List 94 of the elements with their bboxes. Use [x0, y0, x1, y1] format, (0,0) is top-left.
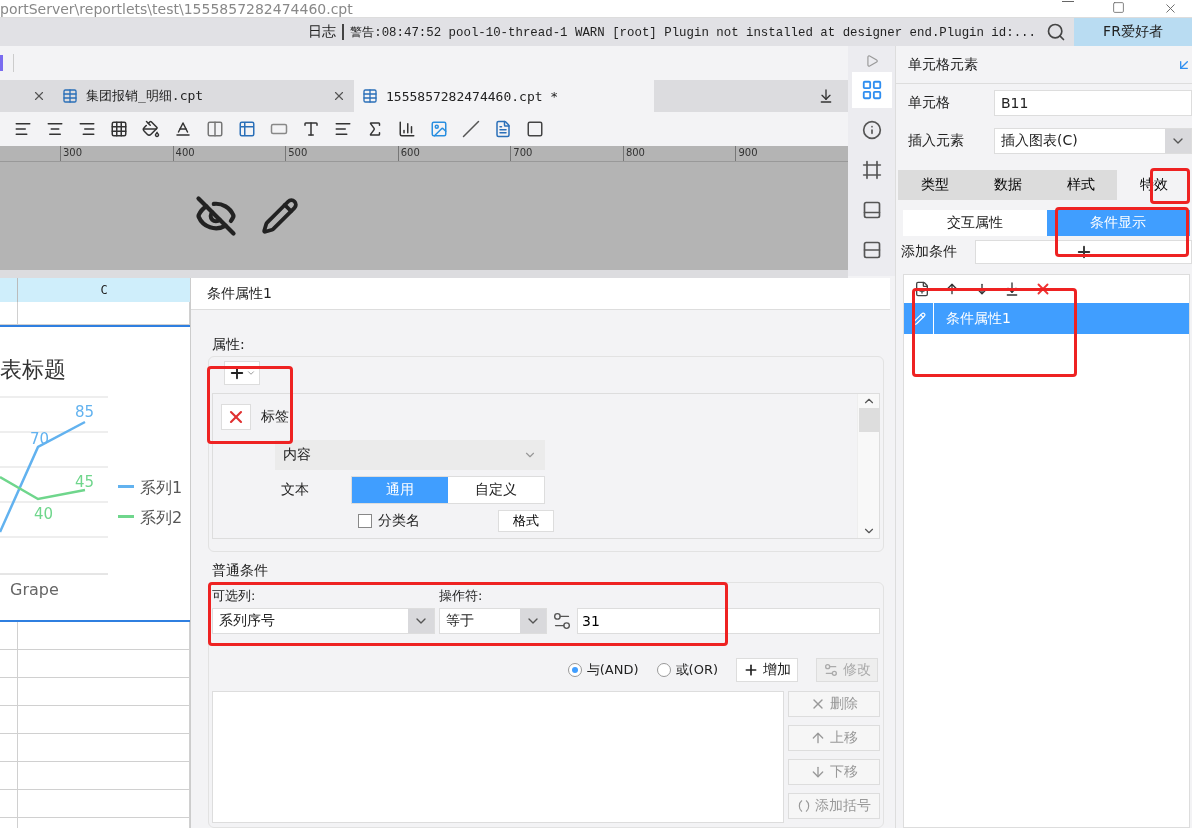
add-condition-label: 添加条件 [901, 243, 957, 261]
panel-tab[interactable]: 样式 [1044, 170, 1117, 200]
field-label: 操作符: [439, 587, 483, 605]
log-label[interactable]: 日志 [308, 23, 337, 41]
bar-chart-icon [398, 120, 416, 138]
table-info-icon [861, 120, 882, 140]
add-property-button[interactable] [224, 361, 260, 385]
action-button[interactable]: 增加 [736, 658, 798, 682]
operator-select[interactable]: 等于 [439, 608, 547, 634]
paragraph-icon [334, 120, 352, 138]
move-down-icon [1004, 281, 1020, 297]
text-label: 文本 [281, 481, 310, 499]
data-label: 40 [34, 505, 54, 523]
panel-tab[interactable]: 数据 [971, 170, 1044, 200]
file-tab[interactable]: 1555857282474460.cpt * [354, 80, 654, 112]
toolbar-mark [0, 55, 3, 71]
maximize-icon [1112, 1, 1125, 14]
cell-field[interactable]: B11 [994, 90, 1192, 116]
ruler-label: 400 [172, 146, 286, 161]
panel-toggle[interactable] [851, 72, 892, 108]
close-icon [332, 89, 346, 103]
table-icon [62, 88, 78, 104]
caret-icon [246, 368, 256, 378]
data-label: 85 [75, 403, 95, 421]
arrow-down-icon [810, 764, 826, 780]
cell-label: 单元格 [908, 94, 951, 112]
column-header[interactable]: C [18, 278, 190, 302]
pencil-icon [261, 197, 299, 235]
gear-icon [823, 662, 839, 678]
section-label: 普通条件 [211, 562, 269, 580]
mode-toggle[interactable]: 自定义 [448, 477, 544, 503]
insert-select[interactable]: 插入图表(C) [994, 128, 1192, 154]
close-icon [32, 89, 46, 103]
text-icon [302, 120, 320, 138]
checkbox[interactable] [358, 514, 372, 528]
align-center-icon [46, 120, 64, 138]
table-grid-icon [238, 120, 256, 138]
file-tab[interactable]: 集团报销_明细.cpt [54, 80, 354, 112]
property-label: 标签 [261, 408, 289, 426]
image-icon [430, 120, 448, 138]
grid-icon [860, 79, 883, 101]
plus-icon [743, 662, 759, 678]
checkbox-label: 分类名 [378, 512, 420, 530]
sub-tab[interactable]: 交互属性 [903, 210, 1047, 236]
merge-cells-icon [206, 120, 224, 138]
close-icon [1163, 1, 1178, 16]
eye-off-icon [195, 195, 237, 237]
value-type-icon [551, 610, 573, 632]
panel-title: 单元格元素 [908, 55, 978, 74]
insert-label: 插入元素 [908, 132, 965, 150]
legend-label: 系列1 [140, 478, 183, 497]
align-right-icon [78, 120, 96, 138]
dropdown-box-icon [861, 200, 882, 220]
logic-radio[interactable]: 或(OR) [656, 661, 718, 679]
section-label: 属性: [211, 336, 246, 354]
ruler-label: 500 [285, 146, 398, 161]
frame-icon [861, 160, 882, 180]
format-button[interactable]: 格式 [498, 510, 554, 532]
brackets-icon [797, 799, 811, 813]
paint-bucket-icon [142, 120, 160, 138]
font-color-icon [174, 120, 192, 138]
row-header [0, 278, 18, 302]
ruler-label: 800 [622, 146, 736, 161]
value-input[interactable]: 31 [577, 608, 880, 634]
border-icon [110, 120, 128, 138]
frame-icon [526, 120, 544, 138]
stacked-rows-icon [861, 240, 882, 260]
scrollbar[interactable] [857, 394, 879, 538]
document-icon [494, 120, 512, 138]
collapse-icon [864, 54, 879, 68]
category-label: Grape [10, 580, 59, 599]
column-select[interactable]: 系列序号 [212, 608, 435, 634]
user-name[interactable]: FR爱好者 [1074, 18, 1192, 46]
content-select[interactable]: 内容 [275, 440, 545, 470]
dialog-title: 条件属性1 [207, 284, 272, 303]
remove-button[interactable] [221, 404, 251, 430]
chart-title: 表标题 [0, 357, 66, 382]
slash-icon [462, 120, 480, 138]
table-icon [362, 88, 378, 104]
logic-radio[interactable]: 与(AND) [567, 661, 639, 679]
log-message: 警告:08:47:52 pool-10-thread-1 WARN [root] Plugin not installed at designer end.Plugin id:... [350, 24, 1036, 41]
legend-label: 系列2 [140, 508, 183, 527]
panel-tab[interactable]: 类型 [898, 170, 971, 200]
file-path: portServer\reportlets\test\1555857282474460.cpt [0, 0, 353, 17]
field-label: 可选列: [212, 587, 257, 605]
search-icon [1046, 22, 1066, 42]
ruler-label: 300 [60, 146, 173, 161]
align-left-icon [14, 120, 32, 138]
ruler-label: 600 [397, 146, 511, 161]
scrollbar-thumb[interactable] [858, 408, 879, 432]
new-file-icon [914, 281, 930, 297]
ruler-label: 700 [510, 146, 623, 161]
tab-menu-icon [818, 88, 834, 104]
data-label: 45 [75, 473, 95, 491]
